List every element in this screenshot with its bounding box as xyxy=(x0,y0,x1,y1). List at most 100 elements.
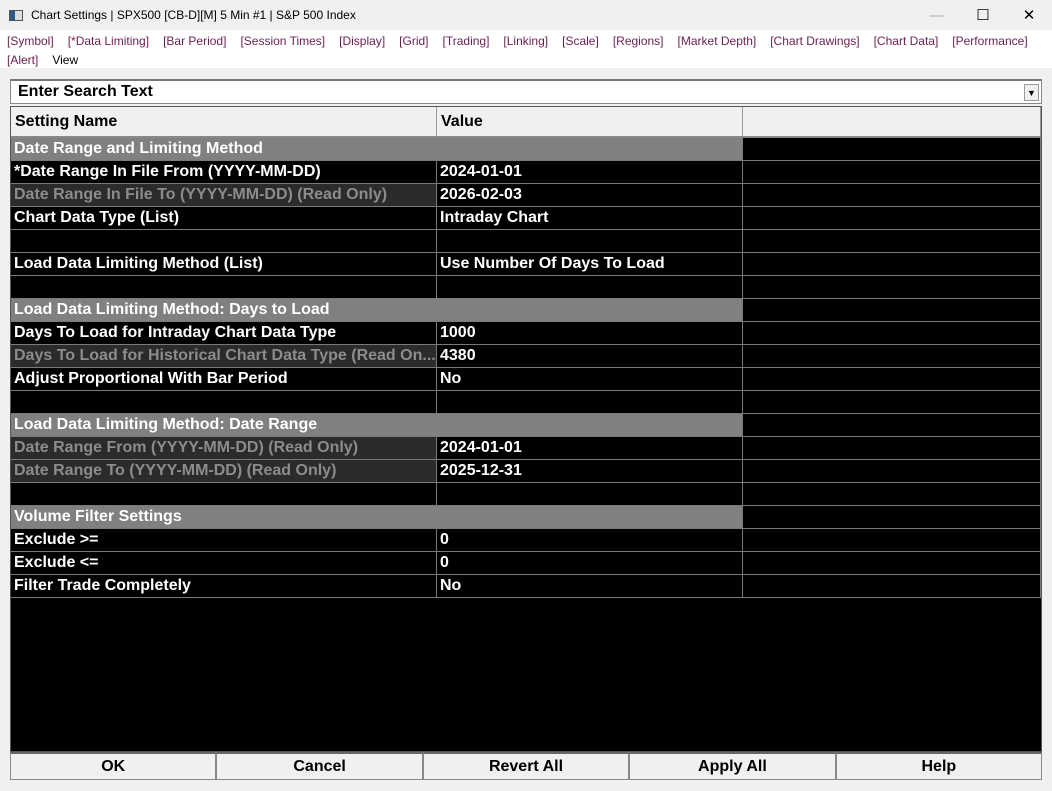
table-row[interactable]: Filter Trade Completely No xyxy=(11,575,1041,598)
menu-item-scale[interactable]: [Scale] xyxy=(562,34,599,48)
extra-cell xyxy=(743,230,1041,252)
ok-button[interactable]: OK xyxy=(10,752,217,780)
extra-cell xyxy=(743,368,1041,390)
setting-value xyxy=(437,506,743,528)
setting-name: Days To Load for Intraday Chart Data Typ… xyxy=(11,322,437,344)
column-header-extra xyxy=(743,107,1041,136)
menu-item-trading[interactable]: [Trading] xyxy=(443,34,490,48)
settings-table: Setting Name Value Date Range and Limiti… xyxy=(10,106,1042,752)
setting-name: Date Range To (YYYY-MM-DD) (Read Only) xyxy=(11,460,437,482)
setting-value: 2025-12-31 xyxy=(437,460,743,482)
setting-value[interactable]: No xyxy=(437,575,743,597)
table-row[interactable]: Days To Load for Intraday Chart Data Typ… xyxy=(11,322,1041,345)
button-bar: OK Cancel Revert All Apply All Help xyxy=(10,752,1043,780)
extra-cell xyxy=(743,184,1041,206)
extra-cell xyxy=(743,161,1041,183)
dropdown-arrow-icon[interactable]: ▼ xyxy=(1024,84,1039,101)
section-header: Date Range and Limiting Method xyxy=(11,138,1041,161)
table-row[interactable]: Days To Load for Historical Chart Data T… xyxy=(11,345,1041,368)
menu-item-symbol[interactable]: [Symbol] xyxy=(7,34,54,48)
window-title: Chart Settings | SPX500 [CB-D][M] 5 Min … xyxy=(31,8,356,22)
setting-value xyxy=(437,483,743,505)
table-header: Setting Name Value xyxy=(11,107,1041,138)
setting-value[interactable]: No xyxy=(437,368,743,390)
close-button[interactable]: ✕ xyxy=(1006,0,1052,30)
menu-item-chart-drawings[interactable]: [Chart Drawings] xyxy=(770,34,859,48)
extra-cell xyxy=(743,345,1041,367)
extra-cell xyxy=(743,391,1041,413)
section-header: Volume Filter Settings xyxy=(11,506,1041,529)
setting-name: Exclude >= xyxy=(11,529,437,551)
setting-name: Filter Trade Completely xyxy=(11,575,437,597)
table-row[interactable]: Date Range To (YYYY-MM-DD) (Read Only) 20… xyxy=(11,460,1041,483)
column-header-value[interactable]: Value xyxy=(437,107,743,136)
menu-item-performance[interactable]: [Performance] xyxy=(952,34,1027,48)
column-header-setting-name[interactable]: Setting Name xyxy=(11,107,437,136)
extra-cell xyxy=(743,575,1041,597)
setting-name: Chart Data Type (List) xyxy=(11,207,437,229)
search-input[interactable]: Enter Search Text ▼ xyxy=(10,79,1042,104)
app-icon xyxy=(9,9,23,21)
menu-bar: [Symbol] [*Data Limiting] [Bar Period] [Ses… xyxy=(0,30,1052,68)
maximize-button[interactable]: ☐ xyxy=(960,0,1006,30)
section-header: Load Data Limiting Method: Days to Load xyxy=(11,299,1041,322)
menu-item-grid[interactable]: [Grid] xyxy=(399,34,428,48)
setting-value[interactable]: 2024-01-01 xyxy=(437,161,743,183)
extra-cell xyxy=(743,414,1041,436)
table-row[interactable]: Chart Data Type (List) Intraday Chart xyxy=(11,207,1041,230)
setting-value[interactable]: Intraday Chart xyxy=(437,207,743,229)
setting-value xyxy=(437,414,743,436)
apply-all-button[interactable]: Apply All xyxy=(629,752,836,780)
setting-name: Exclude <= xyxy=(11,552,437,574)
table-row[interactable]: Load Data Limiting Method (List) Use Numb… xyxy=(11,253,1041,276)
table-row[interactable]: Exclude >= 0 xyxy=(11,529,1041,552)
setting-name: *Date Range In File From (YYYY-MM-DD) xyxy=(11,161,437,183)
extra-cell xyxy=(743,299,1041,321)
menu-item-market-depth[interactable]: [Market Depth] xyxy=(678,34,757,48)
setting-value: 2026-02-03 xyxy=(437,184,743,206)
title-bar: Chart Settings | SPX500 [CB-D][M] 5 Min … xyxy=(0,0,1052,30)
setting-name: Adjust Proportional With Bar Period xyxy=(11,368,437,390)
menu-item-chart-data[interactable]: [Chart Data] xyxy=(874,34,939,48)
setting-name: Date Range In File To (YYYY-MM-DD) (Read… xyxy=(11,184,437,206)
table-row[interactable]: Exclude <= 0 xyxy=(11,552,1041,575)
table-row[interactable]: *Date Range In File From (YYYY-MM-DD) 202… xyxy=(11,161,1041,184)
minimize-button[interactable]: — xyxy=(914,0,960,30)
setting-name: Load Data Limiting Method: Date Range xyxy=(11,414,437,436)
setting-name: Load Data Limiting Method: Days to Load xyxy=(11,299,437,321)
setting-value xyxy=(437,391,743,413)
help-button[interactable]: Help xyxy=(835,752,1043,780)
menu-item-regions[interactable]: [Regions] xyxy=(613,34,664,48)
cancel-button[interactable]: Cancel xyxy=(216,752,423,780)
table-row xyxy=(11,483,1041,506)
table-row[interactable]: Adjust Proportional With Bar Period No xyxy=(11,368,1041,391)
setting-name xyxy=(11,276,437,298)
extra-cell xyxy=(743,437,1041,459)
menu-item-display[interactable]: [Display] xyxy=(339,34,385,48)
menu-item-bar-period[interactable]: [Bar Period] xyxy=(163,34,226,48)
table-row[interactable]: Date Range From (YYYY-MM-DD) (Read Only)… xyxy=(11,437,1041,460)
revert-all-button[interactable]: Revert All xyxy=(422,752,630,780)
table-row xyxy=(11,230,1041,253)
extra-cell xyxy=(743,483,1041,505)
extra-cell xyxy=(743,276,1041,298)
setting-value[interactable]: 0 xyxy=(437,529,743,551)
menu-item-data-limiting[interactable]: [*Data Limiting] xyxy=(68,34,149,48)
setting-value xyxy=(437,276,743,298)
setting-value[interactable]: 0 xyxy=(437,552,743,574)
setting-value[interactable]: Use Number Of Days To Load xyxy=(437,253,743,275)
table-row xyxy=(11,391,1041,414)
setting-name: Days To Load for Historical Chart Data T… xyxy=(11,345,437,367)
extra-cell xyxy=(743,552,1041,574)
menu-item-alert[interactable]: [Alert] xyxy=(7,53,38,67)
setting-value: 2024-01-01 xyxy=(437,437,743,459)
extra-cell xyxy=(743,460,1041,482)
menu-item-view[interactable]: View xyxy=(52,53,78,67)
setting-value[interactable]: 1000 xyxy=(437,322,743,344)
extra-cell xyxy=(743,253,1041,275)
table-row[interactable]: Date Range In File To (YYYY-MM-DD) (Read… xyxy=(11,184,1041,207)
menu-item-session-times[interactable]: [Session Times] xyxy=(240,34,325,48)
extra-cell xyxy=(743,506,1041,528)
setting-value xyxy=(437,299,743,321)
menu-item-linking[interactable]: [Linking] xyxy=(503,34,548,48)
